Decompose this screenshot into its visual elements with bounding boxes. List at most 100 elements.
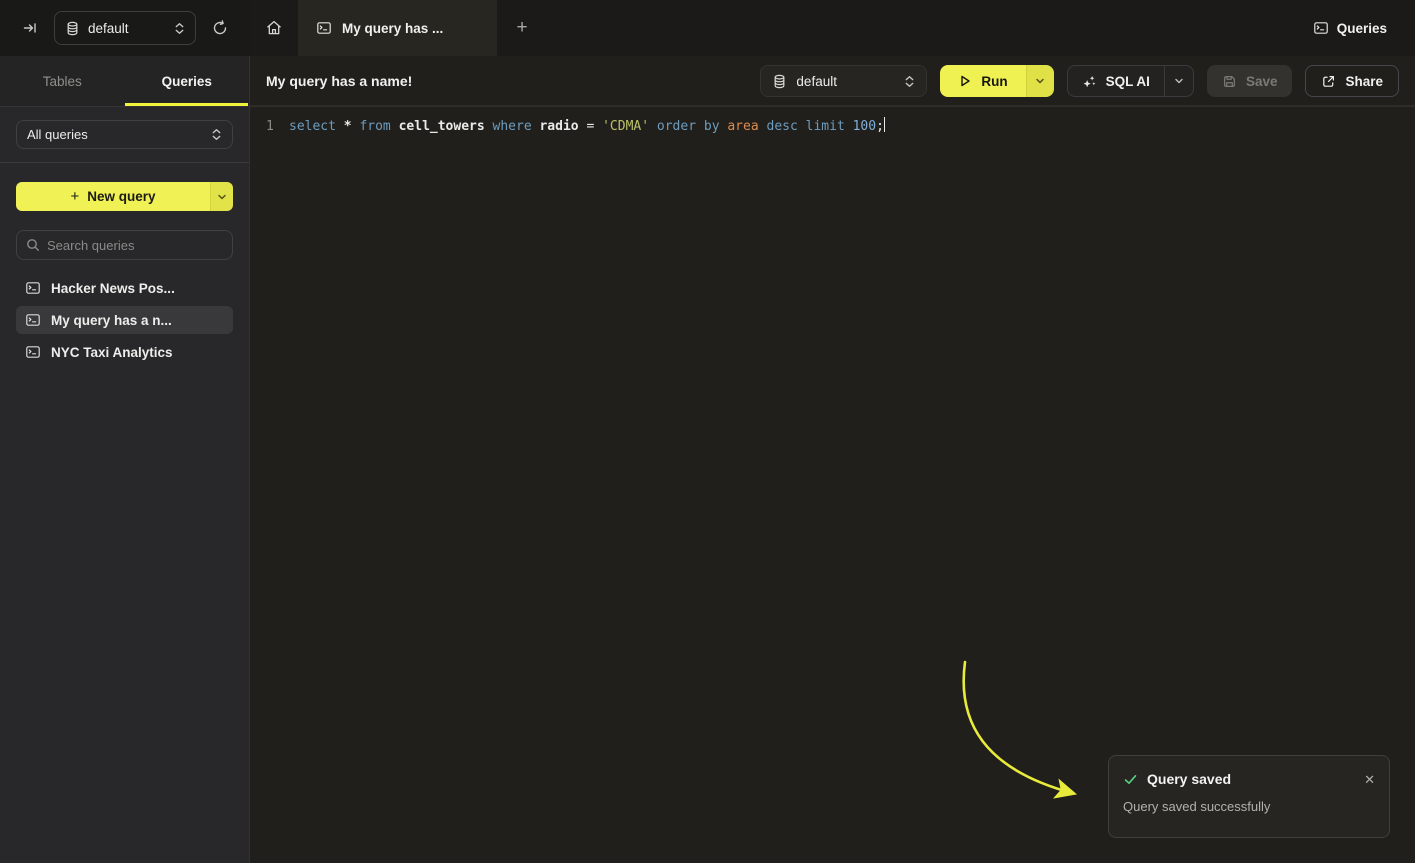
check-icon: [1123, 772, 1138, 787]
toast-notification: Query saved ✕ Query saved successfully: [1108, 755, 1390, 838]
save-icon: [1222, 74, 1237, 89]
queries-panel-toggle[interactable]: Queries: [1313, 20, 1387, 36]
home-icon: [265, 19, 283, 37]
chevron-down-icon: [1174, 76, 1184, 86]
line-number: 1: [250, 117, 289, 137]
connection-selector-value: default: [796, 74, 895, 89]
query-tab-icon: [316, 20, 332, 36]
query-filter-select[interactable]: All queries: [16, 120, 233, 149]
sql-token: 100: [853, 119, 876, 134]
sidebar-header: default: [0, 0, 250, 56]
tab-title: My query has ...: [342, 21, 443, 36]
chevron-updown-icon: [174, 22, 185, 35]
save-button[interactable]: Save: [1207, 65, 1293, 97]
chevron-updown-icon: [211, 128, 222, 141]
sidebar-body: All queries + New query: [0, 107, 249, 863]
query-list-item-selected[interactable]: My query has a n...: [16, 306, 233, 334]
database-selector[interactable]: default: [54, 11, 196, 45]
query-item-label: NYC Taxi Analytics: [51, 345, 173, 360]
sql-token: from: [359, 119, 398, 134]
search-queries-input[interactable]: [47, 238, 223, 253]
sql-ai-label: SQL AI: [1106, 74, 1150, 89]
sql-token: desc: [767, 119, 806, 134]
new-tab-button[interactable]: +: [497, 0, 547, 56]
sql-editor[interactable]: 1 select * from cell_towers where radio …: [250, 107, 1415, 863]
collapse-sidebar-button[interactable]: [16, 14, 44, 42]
new-query-dropdown-button[interactable]: [210, 182, 233, 211]
sql-token: order: [657, 119, 704, 134]
top-bar: default: [0, 0, 1415, 56]
run-options-button[interactable]: [1026, 65, 1054, 97]
toast-close-button[interactable]: ✕: [1364, 773, 1375, 786]
saved-query-list: Hacker News Pos... My query has a n...: [16, 274, 233, 366]
database-icon: [65, 21, 80, 36]
search-icon: [26, 238, 40, 252]
search-queries-box: [16, 230, 233, 260]
database-icon: [772, 74, 787, 89]
connection-selector[interactable]: default: [760, 65, 927, 97]
collapse-sidebar-icon: [22, 20, 38, 36]
sidebar-tabs: Tables Queries: [0, 56, 249, 107]
sql-token: by: [704, 119, 727, 134]
home-button[interactable]: [250, 0, 298, 56]
new-query-label: New query: [87, 189, 155, 204]
query-title: My query has a name!: [266, 73, 412, 89]
plus-icon: +: [70, 188, 79, 205]
query-list-item[interactable]: NYC Taxi Analytics: [16, 338, 233, 366]
sql-ai-options-button[interactable]: [1164, 66, 1193, 96]
queries-panel-label: Queries: [1337, 21, 1387, 36]
console-icon: [25, 280, 41, 296]
query-item-label: Hacker News Pos...: [51, 281, 175, 296]
tab-strip: My query has ... +: [250, 0, 1313, 56]
sql-ai-button[interactable]: SQL AI: [1068, 66, 1164, 96]
console-icon: [25, 344, 41, 360]
share-label: Share: [1345, 74, 1383, 89]
sql-query-text: select * from cell_towers where radio = …: [289, 117, 884, 137]
run-split-button: Run: [940, 65, 1053, 97]
refresh-icon: [212, 20, 228, 36]
query-list-item[interactable]: Hacker News Pos...: [16, 274, 233, 302]
query-filter-value: All queries: [27, 127, 203, 142]
console-icon: [1313, 20, 1329, 36]
toast-message: Query saved successfully: [1123, 799, 1375, 814]
new-query-split-button: + New query: [16, 182, 233, 211]
sidebar-divider: [0, 162, 249, 163]
sql-token: cell_towers: [399, 119, 493, 134]
play-icon: [958, 74, 972, 88]
annotation-arrow: [250, 107, 1415, 862]
sparkles-icon: [1082, 74, 1097, 89]
sql-token: *: [344, 119, 360, 134]
share-icon: [1321, 74, 1336, 89]
code-line: 1 select * from cell_towers where radio …: [250, 117, 1415, 137]
run-label: Run: [981, 74, 1007, 89]
sql-token: where: [493, 119, 540, 134]
tab-tables[interactable]: Tables: [0, 56, 125, 106]
share-button[interactable]: Share: [1305, 65, 1399, 97]
tab-queries[interactable]: Queries: [125, 56, 250, 106]
sidebar: Tables Queries All queries + New: [0, 56, 250, 863]
sql-token: =: [586, 119, 602, 134]
sql-console-app: default: [0, 0, 1415, 863]
sql-token: area: [727, 119, 766, 134]
main-area: My query has a name! default: [250, 56, 1415, 863]
refresh-button[interactable]: [206, 14, 234, 42]
query-item-label: My query has a n...: [51, 313, 172, 328]
run-button[interactable]: Run: [940, 65, 1025, 97]
sql-ai-split-button: SQL AI: [1067, 65, 1194, 97]
console-icon: [25, 312, 41, 328]
new-query-button[interactable]: + New query: [16, 182, 210, 211]
save-label: Save: [1246, 74, 1278, 89]
database-selector-value: default: [88, 21, 166, 36]
query-toolbar: My query has a name! default: [250, 56, 1415, 107]
toast-title: Query saved: [1147, 771, 1355, 787]
sql-token: ;: [876, 119, 884, 134]
sql-token: radio: [539, 119, 586, 134]
tab-my-query[interactable]: My query has ...: [298, 0, 497, 56]
text-cursor: [884, 117, 886, 132]
top-bar-right: Queries: [1313, 0, 1415, 56]
chevron-down-icon: [1035, 76, 1045, 86]
chevron-updown-icon: [904, 75, 915, 88]
chevron-down-icon: [217, 192, 227, 202]
sql-token: limit: [806, 119, 853, 134]
sql-token: 'CDMA': [602, 119, 657, 134]
